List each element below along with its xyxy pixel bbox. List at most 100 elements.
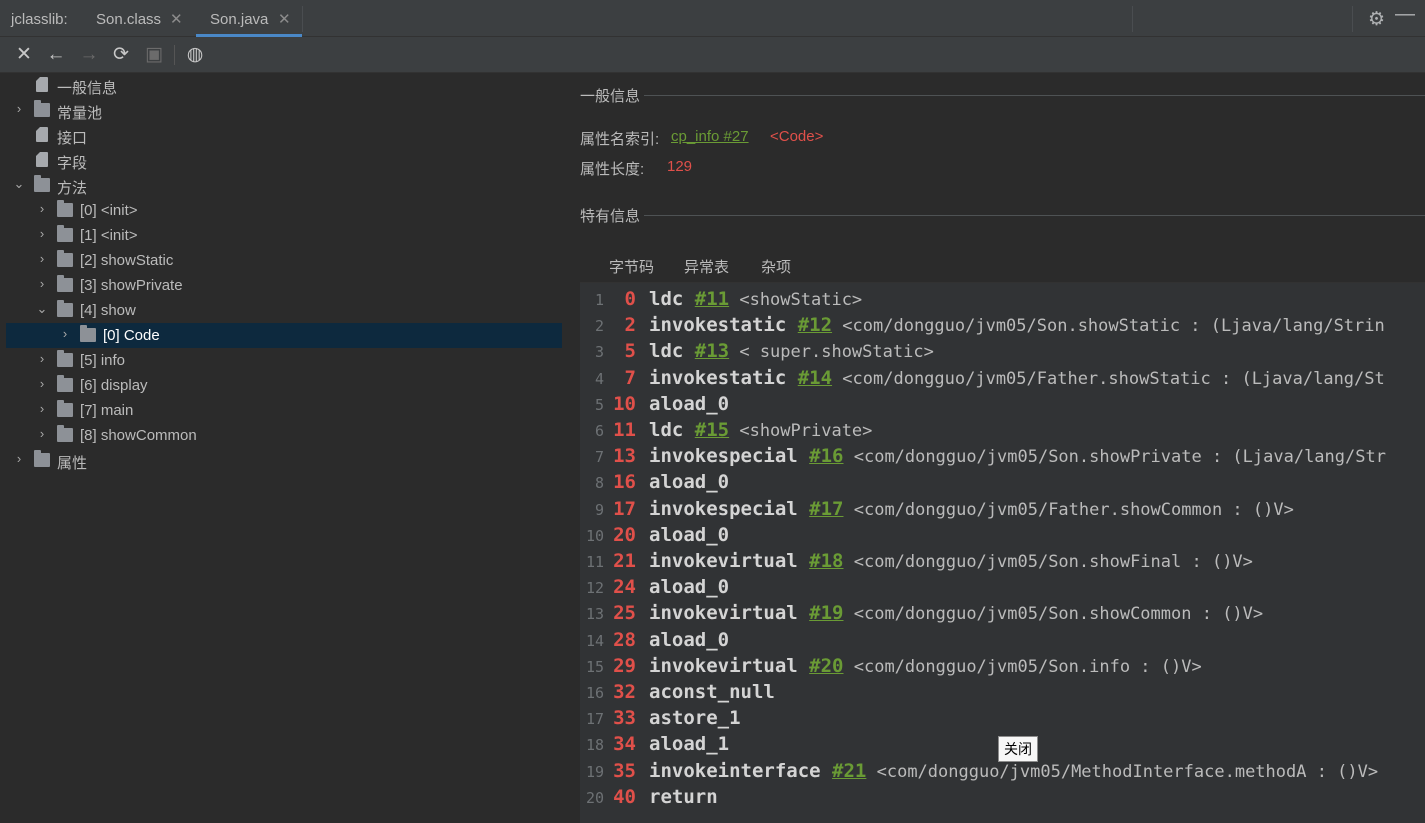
tree-item-general-info[interactable]: 一般信息 [0,73,562,98]
tree-item-methods[interactable]: ⌄ 方法 [0,173,562,198]
tree-item-fields[interactable]: 字段 [0,148,562,173]
folder-icon [80,325,96,342]
tree-item-method-1[interactable]: › [1] <init> [0,223,562,248]
bytecode-offset: 20 [613,523,636,546]
tree-item-method-6[interactable]: › [6] display [0,373,562,398]
folder-icon [34,100,50,117]
tree-item-method-8[interactable]: › [8] showCommon [0,423,562,448]
tree-item-method-2[interactable]: › [2] showStatic [0,248,562,273]
close-icon[interactable]: ✕ [278,10,291,28]
tree-item-method-0[interactable]: › [0] <init> [0,198,562,223]
operand-comment: < super.showStatic> [729,342,934,363]
chevron-right-icon[interactable]: › [35,376,49,392]
bytecode-offset: 11 [613,419,636,441]
chevron-right-icon[interactable]: › [35,251,49,267]
opcode: invokestatic [649,314,787,337]
chevron-right-icon[interactable]: › [35,201,49,217]
close-icon[interactable]: ✕ [170,10,183,28]
tab-son-class[interactable]: Son.class ✕ [86,0,190,37]
line-number: 8 [594,474,604,493]
web-browser-icon[interactable]: ◍ [184,44,206,66]
operand-comment: <com/dongguo/jvm05/Father.showCommon : (… [843,499,1294,520]
tab-son-java[interactable]: Son.java ✕ [196,0,302,37]
gear-icon[interactable]: ⚙ [1368,8,1385,31]
tree-item-label: 一般信息 [57,80,118,97]
constant-pool-ref-link[interactable]: #12 [798,314,832,336]
save-icon[interactable]: ▣ [143,44,165,66]
folder-icon [57,200,73,217]
bytecode-offset: 34 [613,733,636,756]
bytecode-offset: 17 [613,497,636,520]
tab-divider [1352,6,1353,32]
tooltip: 关闭 [998,736,1038,762]
instruction: aload_1 [649,733,729,755]
folder-icon [34,450,50,467]
tab-divider [302,6,303,32]
detail-panel: 一般信息 属性名索引: cp_info #27 <Code> 属性长度: 129… [568,73,1425,823]
line-number: 11 [585,553,604,571]
tree-item-label: [4] show [80,302,136,319]
tab-divider [1132,6,1133,32]
back-arrow-icon[interactable]: ← [45,44,67,66]
instruction: invokespecial #16 <com/dongguo/jvm05/Son… [649,445,1386,467]
constant-pool-ref-link[interactable]: #17 [809,498,843,520]
chevron-right-icon[interactable]: › [35,351,49,367]
chevron-down-icon[interactable]: ⌄ [12,176,26,192]
tree-item-code[interactable]: › [0] Code [6,323,562,348]
chevron-right-icon[interactable]: › [35,276,49,292]
constant-pool-ref-link[interactable]: #20 [809,655,843,677]
constant-pool-ref-link[interactable]: #14 [798,367,832,389]
forward-arrow-icon[interactable]: → [78,44,100,66]
tab-misc[interactable]: 杂项 [761,256,791,277]
refresh-icon[interactable]: ⟳ [110,44,132,66]
line-number: 3 [594,343,604,362]
chevron-right-icon[interactable]: › [58,326,72,342]
bytecode-offset: 10 [613,392,636,415]
bytecode-offset: 29 [613,654,636,677]
opcode: ldc [649,288,684,310]
bytecode-offset: 7 [624,366,636,389]
chevron-right-icon[interactable]: › [35,426,49,442]
tree-item-constant-pool[interactable]: › 常量池 [0,98,562,123]
tab-exception-table[interactable]: 异常表 [684,256,729,277]
toolbar-divider [174,45,175,65]
subtab-bar: 字节码 异常表 杂项 [580,248,1425,287]
constant-pool-ref-link[interactable]: #13 [695,340,729,362]
constant-pool-ref-link[interactable]: #19 [809,602,843,624]
chevron-right-icon[interactable]: › [35,226,49,242]
chevron-right-icon[interactable]: › [12,451,26,467]
tree-item-interfaces[interactable]: 接口 [0,123,562,148]
instruction: invokevirtual #20 <com/dongguo/jvm05/Son… [649,655,1202,677]
divider [644,215,1425,216]
bytecode-offset: 13 [613,445,636,468]
section-title-specific: 特有信息 [580,208,641,225]
tree-item-method-5[interactable]: › [5] info [0,348,562,373]
chevron-right-icon[interactable]: › [12,101,26,117]
tree-item-method-4[interactable]: ⌄ [4] show [0,298,562,323]
opcode: invokevirtual [649,654,798,677]
line-number: 15 [585,657,604,676]
folder-icon [34,175,50,192]
chevron-right-icon[interactable]: › [35,401,49,417]
chevron-down-icon[interactable]: ⌄ [35,301,49,317]
attribute-name-value: <Code> [770,128,824,145]
opcode: aload_1 [649,733,730,756]
constant-pool-ref-link[interactable]: #16 [809,445,843,467]
constant-pool-ref-link[interactable]: #21 [832,760,866,782]
minimize-icon[interactable]: — [1395,3,1415,26]
constant-pool-ref-link[interactable]: #18 [809,550,843,572]
bytecode-offset: 33 [613,707,636,730]
instruction: invokevirtual #19 <com/dongguo/jvm05/Son… [649,602,1263,624]
tree-item-label: 字段 [57,155,88,172]
tree-item-method-3[interactable]: › [3] showPrivate [0,273,562,298]
bytecode-offset: 32 [613,681,636,703]
opcode: aload_0 [649,576,730,599]
line-number: 4 [594,369,604,388]
close-icon[interactable]: ✕ [13,44,35,66]
instruction: aload_0 [649,524,729,546]
tree-item-method-7[interactable]: › [7] main [0,398,562,423]
constant-pool-ref-link[interactable]: #11 [695,288,729,310]
cp-info-link[interactable]: cp_info #27 [671,128,749,145]
constant-pool-ref-link[interactable]: #15 [695,419,729,441]
tree-item-attributes[interactable]: › 属性 [0,448,562,473]
